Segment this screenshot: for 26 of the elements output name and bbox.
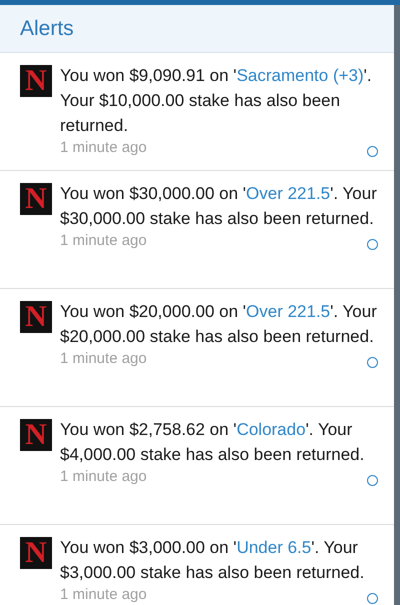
unread-indicator-icon[interactable] [367, 474, 378, 486]
unread-indicator-icon[interactable] [367, 238, 378, 250]
alert-time: 1 minute ago [60, 467, 147, 487]
alert-time: 1 minute ago [60, 349, 147, 369]
team-logo: N [20, 419, 52, 451]
bet-link[interactable]: Under 6.5 [236, 538, 312, 557]
bet-link[interactable]: Over 221.5 [246, 302, 330, 321]
alert-message: You won $2,758.62 on 'Colorado'. Your $4,000.00 stake has also been returned. [60, 419, 366, 466]
alert-time: 1 minute ago [60, 585, 147, 605]
team-logo: N [20, 183, 52, 215]
bet-link[interactable]: Over 221.5 [246, 184, 330, 203]
alert-message: You won $20,000.00 on 'Over 221.5'. Your $20,000.00 stake has also been returned. [60, 301, 378, 348]
alert-time: 1 minute ago [60, 231, 147, 251]
unread-indicator-icon[interactable] [367, 146, 378, 156]
alert-message: You won $30,000.00 on 'Over 221.5'. Your $30,000.00 stake has also been returned. [60, 183, 378, 230]
alert-message: You won $9,090.91 on 'Sacramento (+3)'. Your $10,000.00 stake has also been returned. [60, 65, 373, 137]
unread-indicator-icon[interactable] [367, 592, 378, 604]
alert-message: You won $3,000.00 on 'Under 6.5'. Your $3,000.00 stake has also been returned. [60, 537, 366, 584]
unread-indicator-icon[interactable] [367, 356, 378, 368]
team-logo: N [20, 301, 52, 333]
alert-time: 1 minute ago [60, 138, 147, 158]
team-logo: N [20, 537, 52, 569]
team-logo: N [20, 65, 52, 97]
panel-title: Alerts [20, 16, 74, 40]
bet-link[interactable]: Colorado [236, 420, 306, 439]
bet-link[interactable]: Sacramento (+3) [236, 66, 364, 85]
